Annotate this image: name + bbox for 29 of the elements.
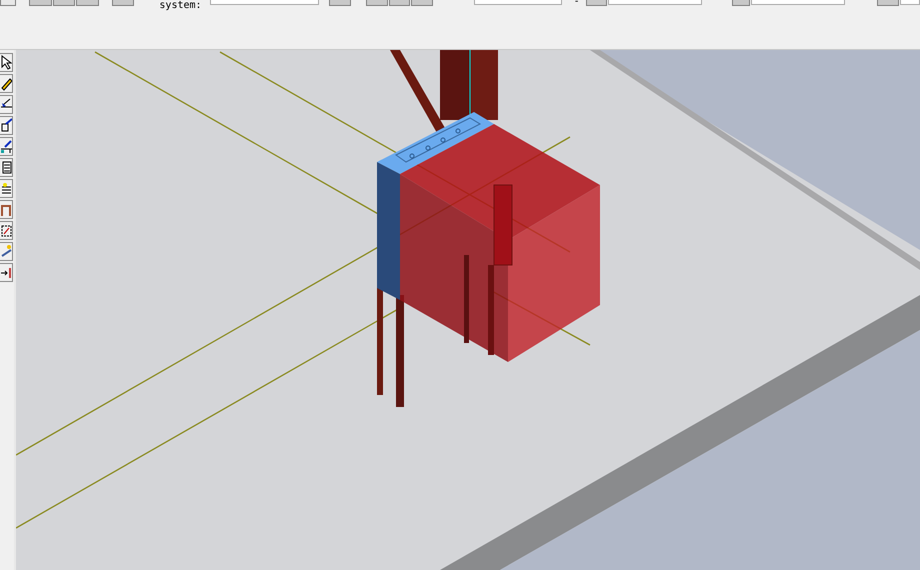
toolbar-button[interactable]: [388, 0, 410, 6]
3d-viewport[interactable]: [16, 50, 920, 570]
toolbar-button[interactable]: [586, 0, 608, 6]
tool-button[interactable]: [0, 53, 13, 72]
tool-button[interactable]: [0, 179, 13, 198]
toolbar-button[interactable]: [877, 0, 900, 6]
dropdown-field[interactable]: [210, 0, 319, 5]
toolbar-button[interactable]: [52, 0, 75, 6]
tool-button[interactable]: [0, 95, 13, 114]
system-label: system:: [159, 0, 202, 11]
dropdown-field[interactable]: [900, 0, 920, 5]
dash-text: -: [574, 0, 580, 7]
toolbar-button[interactable]: [28, 0, 52, 6]
toolbar-button[interactable]: [76, 0, 99, 6]
toolbar-button[interactable]: [112, 0, 134, 6]
tool-button[interactable]: [0, 158, 13, 177]
tool-button[interactable]: [0, 263, 13, 282]
dropdown-field[interactable]: [750, 0, 846, 5]
tool-button[interactable]: [0, 116, 13, 135]
toolbar-button[interactable]: [411, 0, 434, 6]
tool-button[interactable]: [0, 137, 13, 156]
toolbar-button[interactable]: [366, 0, 388, 6]
toolbar-button[interactable]: [0, 0, 16, 6]
toolbar-button[interactable]: [732, 0, 750, 6]
tool-button[interactable]: [0, 221, 13, 240]
toolbar-button[interactable]: [328, 0, 351, 6]
dropdown-field[interactable]: [474, 0, 562, 5]
tool-button[interactable]: [0, 74, 13, 93]
dropdown-field[interactable]: [608, 0, 702, 5]
